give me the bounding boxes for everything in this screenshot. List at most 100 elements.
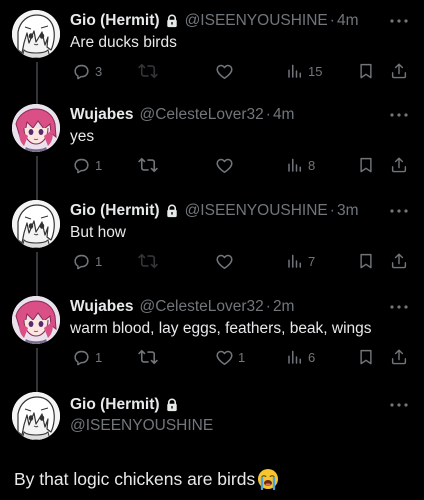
tweet-text: By that logic chickens are birds <box>14 468 279 490</box>
reply-button[interactable]: 1 <box>72 155 102 175</box>
like-button[interactable] <box>215 251 234 271</box>
tweet-actions: 3 15 <box>70 61 410 81</box>
reply-icon <box>72 62 91 81</box>
avatar[interactable] <box>12 200 60 248</box>
reply-count: 1 <box>95 157 103 173</box>
avatar[interactable] <box>12 10 60 58</box>
retweet-button[interactable] <box>138 347 158 367</box>
loudly-crying-face-icon <box>257 468 279 490</box>
views-icon <box>286 348 304 366</box>
views-button[interactable]: 15 <box>286 61 322 81</box>
tweet-actions: 1 7 <box>70 251 410 271</box>
bookmark-icon <box>357 348 375 366</box>
timestamp[interactable]: 3m <box>337 202 359 220</box>
separator-dot: · <box>265 298 271 315</box>
retweet-button[interactable] <box>138 251 158 271</box>
reply-button[interactable]: 1 <box>72 347 102 367</box>
like-button[interactable]: 1 <box>215 347 245 367</box>
bookmark-button[interactable] <box>357 251 375 271</box>
bookmark-icon <box>357 156 375 174</box>
display-name[interactable]: Gio (Hermit) <box>70 202 160 220</box>
handle[interactable]: @ISEENYOUSHINE <box>185 202 328 220</box>
like-button[interactable] <box>215 61 234 81</box>
reply-count: 3 <box>95 63 103 79</box>
thread-line <box>36 62 38 104</box>
separator-dot: · <box>329 202 335 219</box>
share-button[interactable] <box>390 347 408 367</box>
heart-icon <box>215 156 234 175</box>
heart-icon <box>215 252 234 271</box>
timestamp[interactable]: 4m <box>337 12 359 30</box>
timestamp[interactable]: 2m <box>273 298 295 316</box>
tweet-text: yes <box>70 128 95 145</box>
retweet-icon <box>138 61 158 81</box>
share-icon <box>390 348 408 366</box>
lock-icon <box>165 14 179 28</box>
retweet-button[interactable] <box>138 155 158 175</box>
tweet-text-content: By that logic chickens are birds <box>14 468 256 489</box>
lock-icon <box>165 204 179 218</box>
reply-count: 1 <box>95 349 103 365</box>
handle[interactable]: @CelesteLover32 <box>139 106 263 124</box>
views-icon <box>286 252 304 270</box>
avatar[interactable] <box>12 104 60 152</box>
handle[interactable]: @CelesteLover32 <box>139 298 263 316</box>
display-name[interactable]: Gio (Hermit) <box>70 12 160 30</box>
share-button[interactable] <box>390 251 408 271</box>
tweet-header: Gio (Hermit) @ISEENYOUSHINE · 4m <box>70 10 410 32</box>
share-button[interactable] <box>390 155 408 175</box>
bookmark-button[interactable] <box>357 61 375 81</box>
handle[interactable]: @ISEENYOUSHINE <box>185 12 328 30</box>
thread-line <box>36 348 38 392</box>
views-button[interactable]: 6 <box>286 347 315 367</box>
reply-icon <box>72 156 91 175</box>
views-icon <box>286 156 304 174</box>
retweet-icon <box>138 155 158 175</box>
bookmark-button[interactable] <box>357 155 375 175</box>
reply-button[interactable]: 1 <box>72 251 102 271</box>
share-button[interactable] <box>390 61 408 81</box>
tweet-header: Wujabes @CelesteLover32 · 4m <box>70 104 410 126</box>
more-icon[interactable] <box>388 12 410 30</box>
display-name[interactable]: Gio (Hermit) <box>70 396 160 414</box>
views-count: 6 <box>308 349 316 365</box>
more-icon[interactable] <box>388 106 410 124</box>
reply-icon <box>72 252 91 271</box>
heart-icon <box>215 348 234 367</box>
tweet-text: warm blood, lay eggs, feathers, beak, wi… <box>70 320 372 337</box>
like-count: 1 <box>238 349 246 365</box>
avatar[interactable] <box>12 392 60 440</box>
heart-icon <box>215 62 234 81</box>
share-icon <box>390 156 408 174</box>
bookmark-button[interactable] <box>357 347 375 367</box>
like-button[interactable] <box>215 155 234 175</box>
separator-dot: · <box>265 106 271 123</box>
tweet-text: But how <box>70 224 127 241</box>
more-icon[interactable] <box>388 298 410 316</box>
views-button[interactable]: 7 <box>286 251 315 271</box>
thread-line <box>36 252 38 296</box>
tweet-actions: 1 1 6 <box>70 347 410 367</box>
more-icon[interactable] <box>388 202 410 220</box>
views-icon <box>286 62 304 80</box>
handle[interactable]: @ISEENYOUSHINE <box>70 417 213 435</box>
tweet-header: Gio (Hermit) <box>70 394 410 416</box>
reply-icon <box>72 348 91 367</box>
avatar[interactable] <box>12 296 60 344</box>
bookmark-icon <box>357 62 375 80</box>
display-name[interactable]: Wujabes <box>70 298 133 316</box>
tweet-header: Gio (Hermit) @ISEENYOUSHINE · 3m <box>70 200 410 222</box>
share-icon <box>390 252 408 270</box>
tweet-actions: 1 8 <box>70 155 410 175</box>
lock-icon <box>165 398 179 412</box>
timestamp[interactable]: 4m <box>273 106 295 124</box>
retweet-button[interactable] <box>138 61 158 81</box>
bookmark-icon <box>357 252 375 270</box>
separator-dot: · <box>329 12 335 29</box>
views-button[interactable]: 8 <box>286 155 315 175</box>
reply-button[interactable]: 3 <box>72 61 102 81</box>
tweet-text: Are ducks birds <box>70 34 177 51</box>
reply-count: 1 <box>95 253 103 269</box>
display-name[interactable]: Wujabes <box>70 106 133 124</box>
more-icon[interactable] <box>388 396 410 414</box>
